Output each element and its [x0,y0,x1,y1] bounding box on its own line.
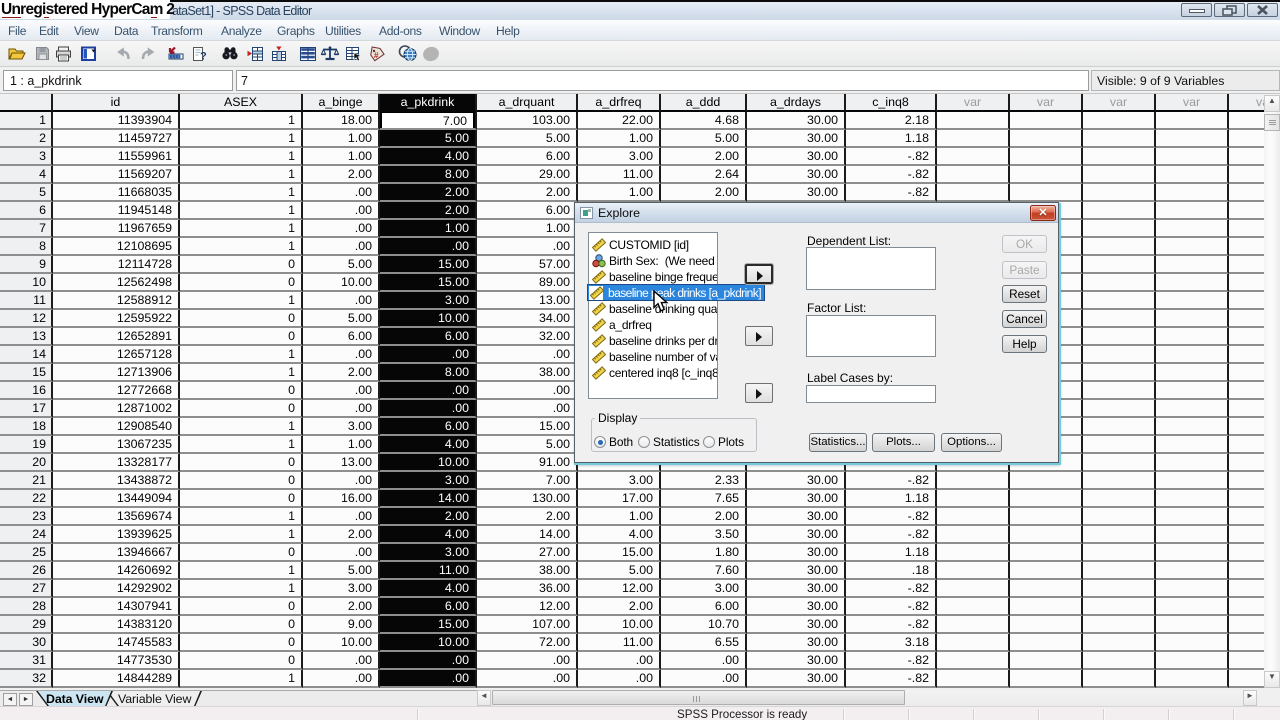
svg-text:?: ? [200,51,207,63]
svg-text:#: # [374,51,379,60]
